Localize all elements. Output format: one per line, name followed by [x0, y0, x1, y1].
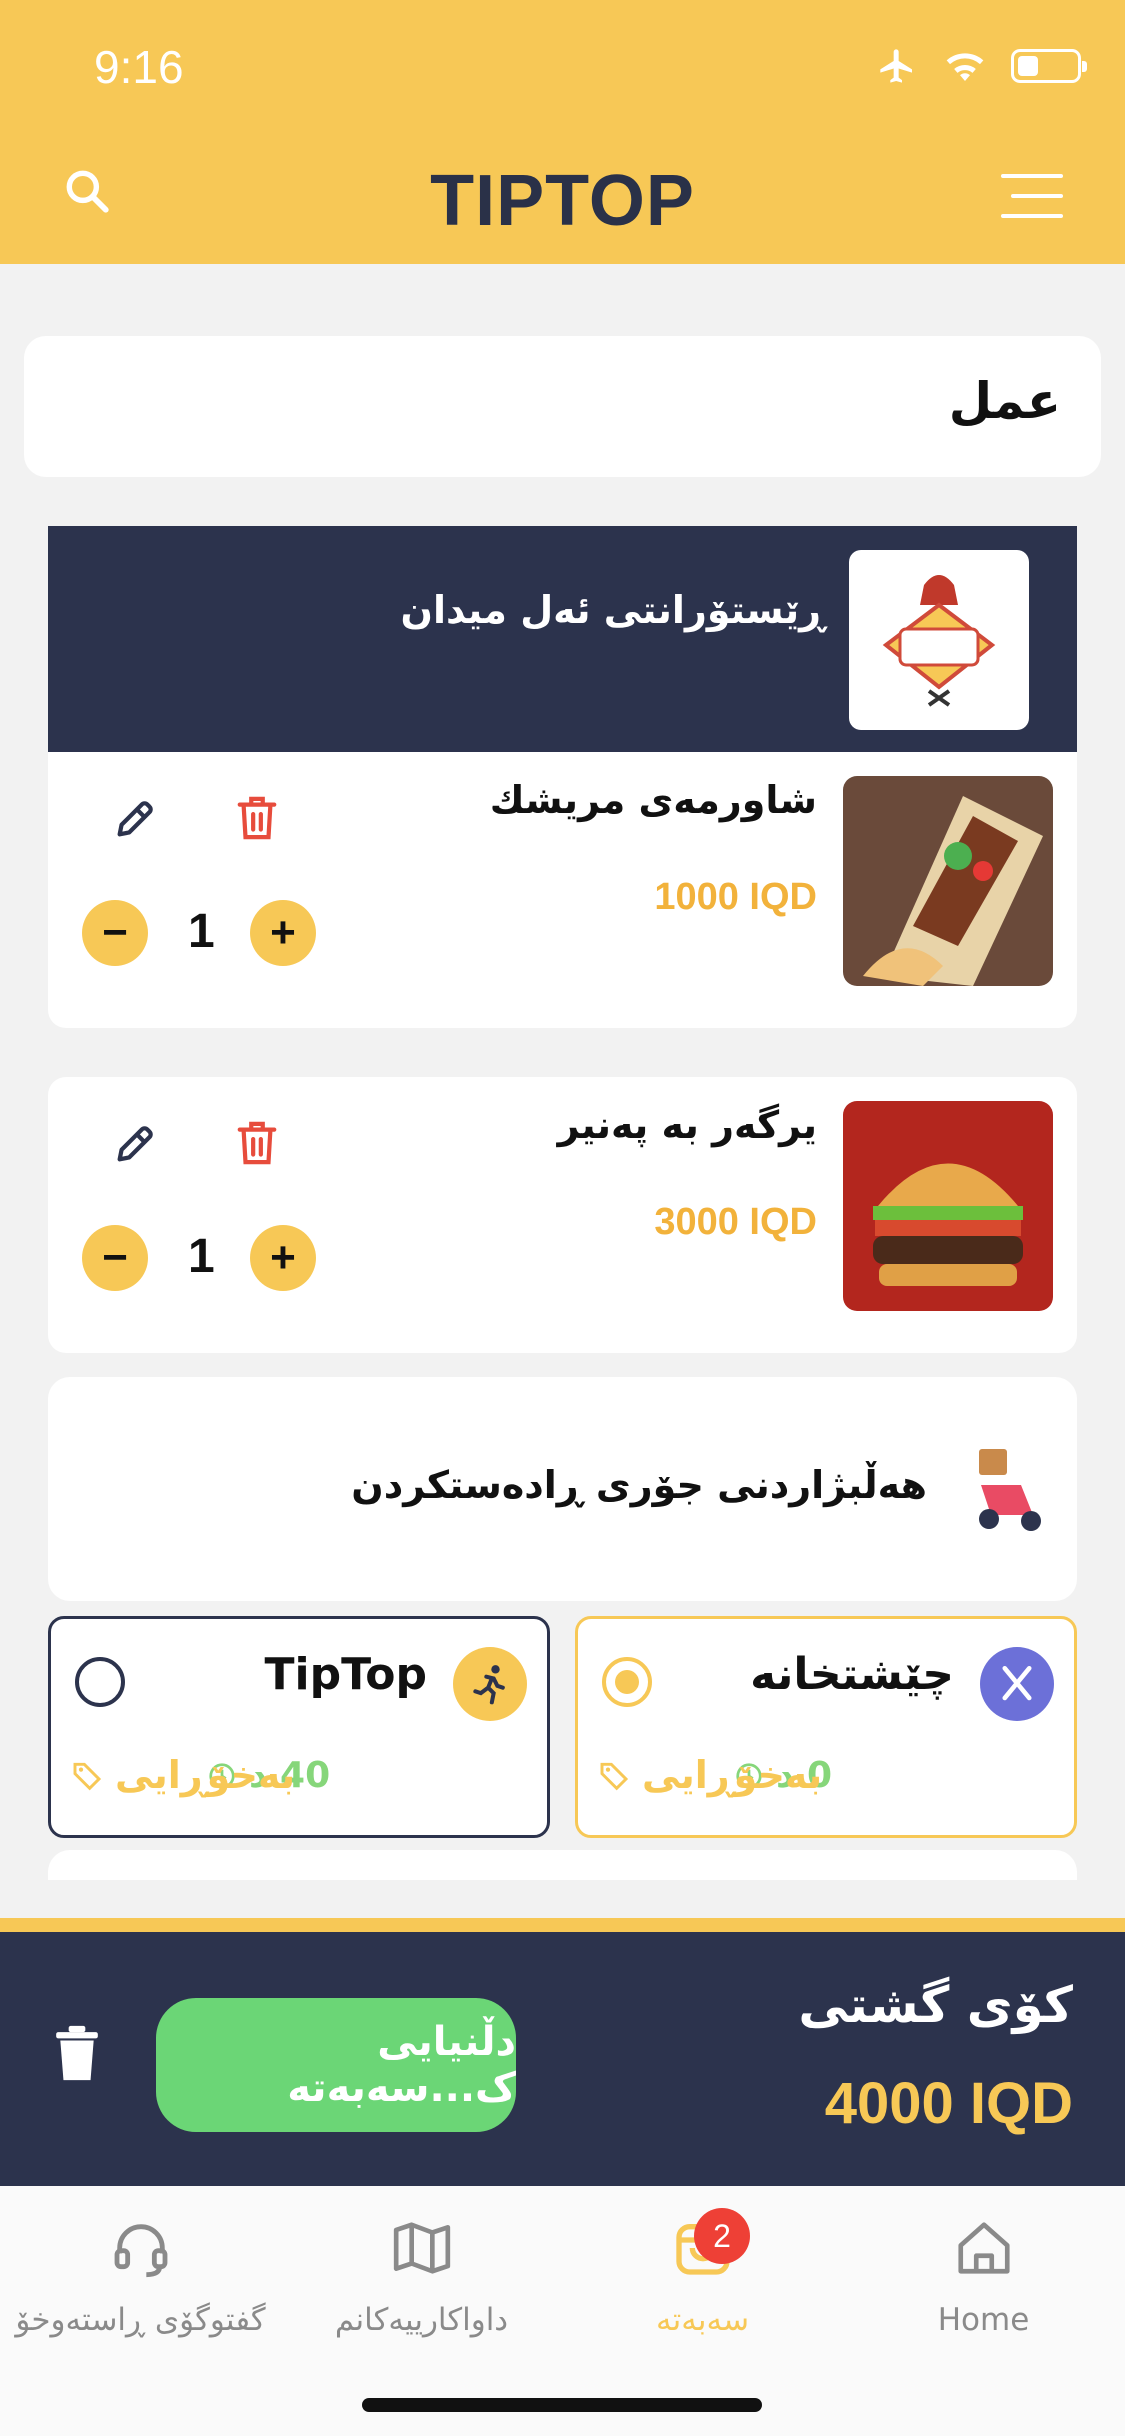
radio-unselected[interactable] [75, 1657, 125, 1707]
menu-icon[interactable] [1001, 174, 1063, 222]
item-price: 3000 IQD [654, 1201, 817, 1243]
delivery-type-heading: هەڵبژاردنی جۆری ڕادەستکردن [351, 1463, 927, 1507]
tab-label: سەبەتە [655, 2302, 750, 2338]
edit-icon[interactable] [112, 796, 158, 846]
delivery-option-tiptop[interactable]: TipTop 40 د بەخۆڕایی [48, 1616, 550, 1838]
fork-knife-icon [980, 1647, 1054, 1721]
app-header: 9:16 TIPTOP [0, 0, 1125, 264]
tag-icon [600, 1762, 629, 1791]
next-card-edge [48, 1850, 1077, 1880]
item-image-burger [843, 1101, 1053, 1311]
tab-home[interactable]: Home [843, 2208, 1124, 2338]
restaurant-banner: ڕێستۆرانتی ئەل میدان [48, 526, 1077, 752]
search-value: عمل [948, 372, 1061, 430]
cart-item: یرگەر بە پەنیر 3000 IQD − 1 + [48, 1077, 1077, 1353]
increase-quantity-button[interactable]: + [250, 900, 316, 966]
item-price: 1000 IQD [654, 876, 817, 918]
delete-icon[interactable] [234, 792, 280, 848]
option-fee-value: بەخۆڕایی [115, 1753, 296, 1797]
airplane-icon [880, 49, 912, 83]
delivery-option-restaurant[interactable]: چێشتخانە 0 د بەخۆڕایی [575, 1616, 1077, 1838]
tab-label: Home [937, 2302, 1030, 2338]
edit-icon[interactable] [112, 1121, 158, 1171]
tab-my-orders[interactable]: داواکارییەکانم [281, 2208, 562, 2338]
tab-label: داواکارییەکانم [334, 2302, 509, 2338]
decrease-quantity-button[interactable]: − [82, 1225, 148, 1291]
option-fee: بەخۆڕایی [598, 1753, 822, 1797]
total-label: کۆی گشتی [798, 1976, 1073, 2034]
restaurant-logo [849, 550, 1029, 730]
status-icons [875, 46, 1087, 86]
delete-icon[interactable] [234, 1117, 280, 1173]
search-field[interactable]: عمل [24, 336, 1101, 477]
restaurant-name: ڕێستۆرانتی ئەل میدان [400, 588, 825, 632]
wifi-icon [946, 53, 984, 81]
headset-icon [0, 2208, 281, 2288]
item-image-shawarma [843, 776, 1053, 986]
quantity-value: 1 [188, 905, 215, 958]
increase-quantity-button[interactable]: + [250, 1225, 316, 1291]
tab-live-chat[interactable]: گفتوگۆی ڕاستەوخۆ [0, 2208, 281, 2338]
total-amount: 4000 IQD [824, 2071, 1073, 2136]
map-icon [281, 2208, 562, 2288]
cart-summary: دڵنیایی ک...سەبەتە کۆی گشتی 4000 IQD [0, 1918, 1125, 2186]
item-title: شاورمەی مریشك [489, 778, 817, 822]
option-fee: بەخۆڕایی [71, 1753, 295, 1797]
tag-icon [73, 1762, 102, 1791]
quantity-value: 1 [188, 1230, 215, 1283]
tab-label: گفتوگۆی ڕاستەوخۆ [15, 2302, 266, 2338]
battery-icon [1011, 49, 1087, 83]
clear-cart-icon[interactable] [52, 2022, 102, 2088]
option-title: TipTop [264, 1649, 428, 1700]
option-fee-value: بەخۆڕایی [642, 1753, 823, 1797]
cart-bag-icon: 2 [562, 2208, 843, 2288]
item-title: یرگەر بە پەنیر [557, 1103, 817, 1147]
confirm-cart-button[interactable]: دڵنیایی ک...سەبەتە [156, 1998, 516, 2132]
home-indicator [362, 2398, 762, 2412]
option-title: چێشتخانە [750, 1649, 954, 1700]
radio-selected[interactable] [602, 1657, 652, 1707]
app-logo: TIPTOP [430, 161, 695, 241]
delivery-scooter-icon [971, 1445, 1047, 1539]
home-icon [843, 2208, 1124, 2288]
cart-item: شاورمەی مریشك 1000 IQD − 1 + [48, 752, 1077, 1028]
status-time: 9:16 [94, 41, 184, 93]
cart-count-badge: 2 [694, 2208, 750, 2264]
runner-icon [453, 1647, 527, 1721]
delivery-type-card: هەڵبژاردنی جۆری ڕادەستکردن [48, 1377, 1077, 1601]
tab-cart[interactable]: 2 سەبەتە [562, 2208, 843, 2338]
decrease-quantity-button[interactable]: − [82, 900, 148, 966]
